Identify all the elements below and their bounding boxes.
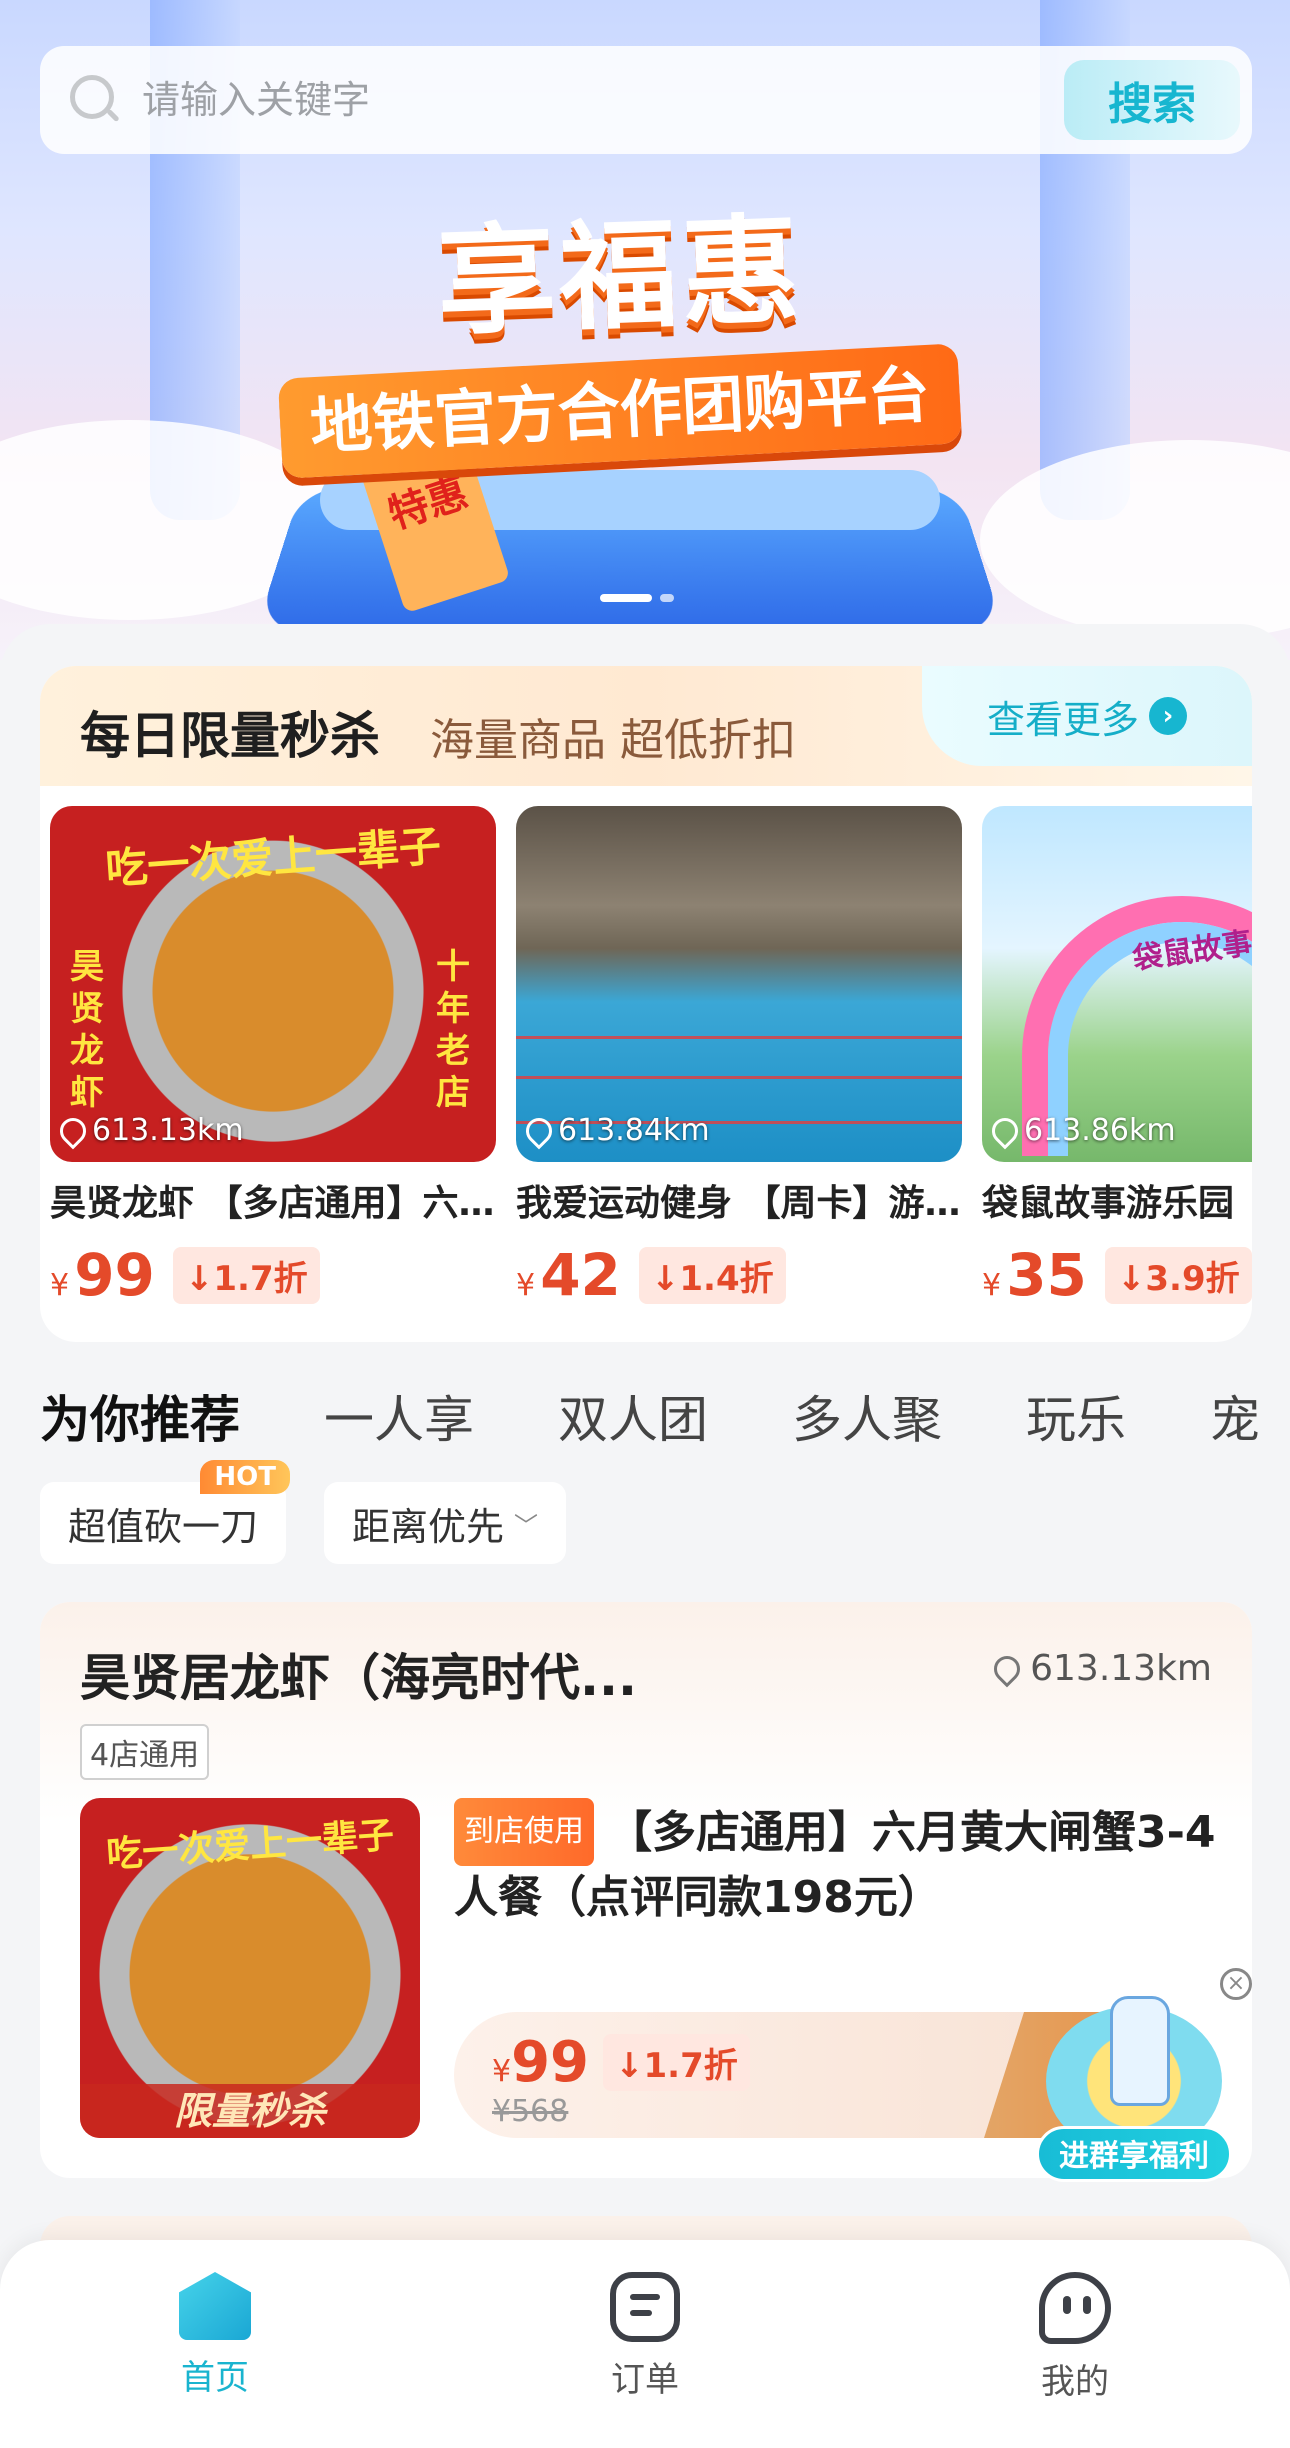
limited-flash-strip: 限量秒杀 — [80, 2084, 420, 2138]
buy-price-row: ¥99 ↓1.7折 — [492, 2030, 750, 2095]
location-pin-icon — [521, 1112, 558, 1149]
tab-solo[interactable]: 一人享 — [324, 1380, 474, 1460]
distance-value: 613.13km — [92, 1113, 244, 1148]
banner-subtitle: 地铁官方合作团购平台 — [278, 343, 962, 478]
deal-price: 35 — [1006, 1241, 1087, 1309]
sort-dropdown[interactable]: 距离优先 ﹀ — [324, 1482, 566, 1564]
distance-chip: 613.86km — [992, 1113, 1176, 1148]
deal-image-slogan: 吃一次爱上一辈子 — [50, 809, 496, 901]
mascot-bottle-icon — [1110, 1996, 1170, 2106]
in-store-badge: 到店使用 — [454, 1798, 594, 1866]
search-button[interactable]: 搜索 — [1064, 60, 1240, 140]
deal-image: 613.84km — [516, 806, 962, 1162]
search-input[interactable] — [142, 70, 1064, 130]
store-distance: 613.13km — [994, 1648, 1212, 1689]
product-title-block: 到店使用 【多店通用】六月黄大闸蟹3-4人餐（点评同款198元） — [454, 1798, 1224, 1930]
carousel-indicator — [600, 594, 674, 602]
tab-group[interactable]: 多人聚 — [792, 1380, 942, 1460]
nav-home[interactable]: 首页 — [0, 2240, 430, 2448]
deal-name: 袋鼠故事游乐园 — [982, 1174, 1252, 1226]
deal-image-tagline: 十年老店 — [436, 946, 476, 1114]
product-image: 吃一次爱上一辈子 限量秒杀 — [80, 1798, 420, 2138]
view-more-button[interactable]: 查看更多 › — [922, 666, 1252, 766]
deal-price: 42 — [540, 1241, 621, 1309]
deal-price-row: ¥ 35 ↓3.9折 — [982, 1246, 1252, 1304]
nav-me[interactable]: 我的 — [860, 2240, 1290, 2448]
store-tag: 4店通用 — [80, 1724, 209, 1780]
nav-me-label: 我的 — [1041, 2354, 1109, 2403]
location-pin-icon — [55, 1112, 92, 1149]
deal-price: 99 — [74, 1241, 155, 1309]
product-price: 99 — [511, 2030, 589, 2095]
search-icon — [70, 75, 120, 125]
bargain-filter-label: 超值砍一刀 — [68, 1496, 258, 1551]
flash-sale-title: 每日限量秒杀 — [80, 696, 380, 768]
distance-value: 613.84km — [558, 1113, 710, 1148]
deal-image: 袋鼠故事 613.86km — [982, 806, 1252, 1162]
discount-badge: ↓1.7折 — [173, 1247, 320, 1304]
deal-image: 吃一次爱上一辈子 昊贤龙虾 十年老店 613.13km — [50, 806, 496, 1162]
discount-badge: ↓1.4折 — [639, 1247, 786, 1304]
original-price: ¥568 — [492, 2094, 568, 2129]
search-bar: 搜索 — [40, 46, 1252, 154]
tab-recommended[interactable]: 为你推荐 — [40, 1380, 240, 1460]
tab-fun[interactable]: 玩乐 — [1026, 1380, 1126, 1460]
deal-image-brand: 昊贤龙虾 — [70, 946, 110, 1114]
product-image-slogan: 吃一次爱上一辈子 — [80, 1804, 420, 1880]
banner-cloud — [980, 440, 1290, 640]
carousel-dot — [660, 594, 674, 602]
tab-duo[interactable]: 双人团 — [558, 1380, 708, 1460]
hot-badge: HOT — [200, 1460, 290, 1494]
deal-price-row: ¥ 42 ↓1.4折 — [516, 1246, 962, 1304]
deal-card[interactable]: 袋鼠故事 613.86km 袋鼠故事游乐园 ¥ 35 ↓3.9折 — [982, 806, 1252, 1304]
flash-sale-subtitle: 海量商品 超低折扣 — [430, 704, 796, 768]
bargain-filter[interactable]: 超值砍一刀 HOT — [40, 1482, 286, 1564]
nav-orders[interactable]: 订单 — [430, 2240, 860, 2448]
location-pin-icon — [989, 1650, 1026, 1687]
nav-home-label: 首页 — [181, 2350, 249, 2399]
nav-orders-label: 订单 — [611, 2352, 679, 2401]
distance-value: 613.86km — [1024, 1113, 1176, 1148]
sort-dropdown-label: 距离优先 — [352, 1496, 504, 1551]
bottom-nav: 首页 订单 我的 — [0, 2240, 1290, 2448]
deal-name: 我爱运动健身 【周卡】游泳健身 — [516, 1174, 962, 1226]
store-name: 昊贤居龙虾（海亮时代... — [80, 1638, 637, 1710]
currency-symbol: ¥ — [50, 1268, 69, 1303]
store-distance-value: 613.13km — [1030, 1648, 1212, 1689]
deal-price-row: ¥ 99 ↓1.7折 — [50, 1246, 496, 1304]
join-group-widget[interactable]: 进群享福利 — [1036, 1996, 1232, 2186]
distance-chip: 613.13km — [60, 1113, 244, 1148]
currency-symbol: ¥ — [516, 1268, 535, 1303]
deal-card[interactable]: 吃一次爱上一辈子 昊贤龙虾 十年老店 613.13km 昊贤龙虾 【多店通用】六… — [50, 806, 496, 1304]
home-icon — [179, 2272, 251, 2340]
flash-sale-card: 每日限量秒杀 海量商品 超低折扣 查看更多 › 吃一次爱上一辈子 昊贤龙虾 十年… — [40, 666, 1252, 1342]
view-more-label: 查看更多 — [987, 689, 1139, 744]
chevron-right-icon: › — [1149, 697, 1187, 735]
location-pin-icon — [987, 1112, 1024, 1149]
deal-name: 昊贤龙虾 【多店通用】六月黄大闸蟹 — [50, 1174, 496, 1226]
currency-symbol: ¥ — [492, 2054, 511, 2089]
deal-card[interactable]: 613.84km 我爱运动健身 【周卡】游泳健身 ¥ 42 ↓1.4折 — [516, 806, 962, 1304]
order-icon — [610, 2272, 680, 2342]
currency-symbol: ¥ — [982, 1268, 1001, 1303]
banner-title: 享福惠 — [434, 174, 806, 358]
discount-badge: ↓1.7折 — [603, 2034, 750, 2091]
tab-pet[interactable]: 宠 — [1210, 1380, 1260, 1460]
banner-title-block: 享福惠 地铁官方合作团购平台 — [270, 180, 970, 461]
distance-chip: 613.84km — [526, 1113, 710, 1148]
carousel-dot-active — [600, 594, 652, 602]
category-tabs: 为你推荐 一人享 双人团 多人聚 玩乐 宠 — [40, 1380, 1290, 1460]
chevron-down-icon: ﹀ — [514, 1506, 538, 1541]
discount-badge: ↓3.9折 — [1105, 1247, 1252, 1304]
me-icon — [1039, 2272, 1111, 2344]
join-group-label: 进群享福利 — [1036, 2126, 1232, 2182]
filter-bar: 超值砍一刀 HOT 距离优先 ﹀ — [40, 1482, 566, 1564]
